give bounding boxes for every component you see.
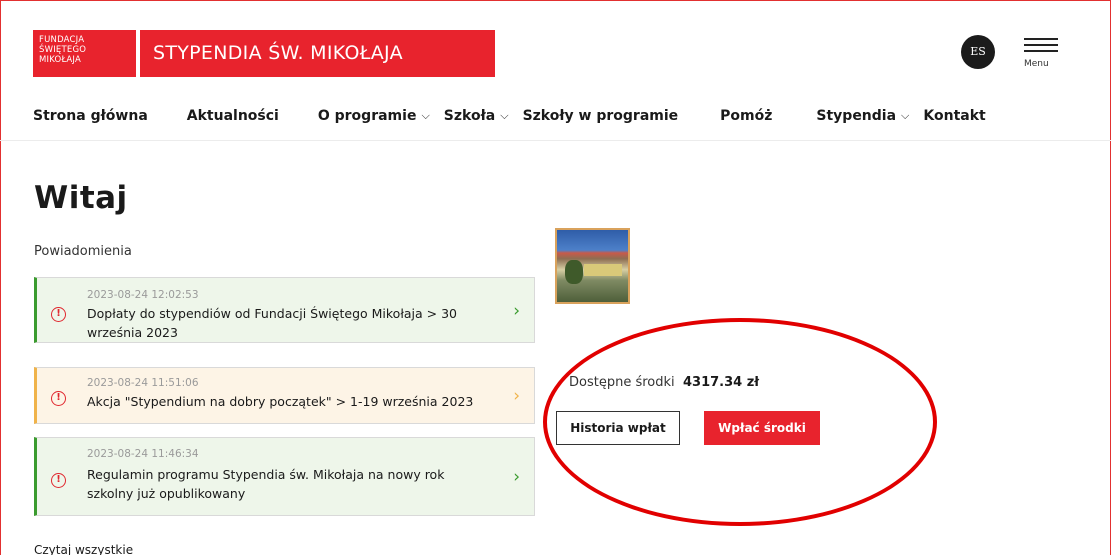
menu-label: Menu (1024, 59, 1049, 69)
photo-building (584, 264, 622, 276)
chevron-down-icon: ⌵ (901, 109, 910, 122)
notification-card[interactable]: ! 2023-08-24 12:02:53 Dopłaty do stypend… (34, 277, 535, 343)
chevron-down-icon: ⌵ (500, 109, 509, 122)
photo-tree (565, 260, 583, 284)
nav-item-scholarships[interactable]: Stypendia ⌵ (816, 108, 909, 124)
chevron-down-icon: ⌵ (421, 109, 430, 122)
notification-text: Regulamin programu Stypendia św. Mikołaj… (87, 467, 445, 501)
page-title: Witaj (34, 180, 128, 216)
notification-date: 2023-08-24 11:51:06 (87, 377, 199, 389)
payment-history-button[interactable]: Historia wpłat (556, 411, 680, 445)
language-switch[interactable]: ES (961, 35, 995, 69)
logo-line-1: FUNDACJA (39, 35, 85, 45)
nav-item-contact[interactable]: Kontakt (923, 108, 985, 124)
logo-line-3: MIKOŁAJA (39, 55, 82, 65)
nav-label: Szkoły w programie (522, 108, 679, 124)
notifications-heading: Powiadomienia (34, 244, 132, 259)
nav-item-school[interactable]: Szkoła ⌵ (444, 108, 509, 124)
school-photo (555, 228, 630, 304)
nav-label: Strona główna (33, 108, 148, 124)
read-all-link[interactable]: Czytaj wszystkie (34, 543, 133, 555)
chevron-right-icon: › (513, 386, 520, 406)
hamburger-icon-bar-3 (1024, 50, 1058, 52)
nav-item-schools-in-program[interactable]: Szkoły w programie (523, 108, 679, 124)
notification-card[interactable]: ! 2023-08-24 11:51:06 Akcja "Stypendium … (34, 367, 535, 424)
notification-date: 2023-08-24 11:46:34 (87, 448, 199, 460)
notification-card[interactable]: ! 2023-08-24 11:46:34 Regulamin programu… (34, 437, 535, 516)
nav-item-home[interactable]: Strona główna (33, 108, 148, 124)
nav-label: Pomóż (720, 108, 773, 124)
nav-divider (0, 140, 1111, 141)
warning-circle-icon: ! (51, 391, 66, 406)
main-nav: Strona główna Aktualności O programie ⌵ … (33, 104, 986, 128)
warning-circle-icon: ! (51, 307, 66, 322)
chevron-right-icon: › (513, 301, 520, 321)
notification-text: Akcja "Stypendium na dobry początek" > 1… (87, 394, 474, 409)
available-funds-value: 4317.34 zł (683, 375, 760, 390)
foundation-logo[interactable]: FUNDACJA ŚWIĘTEGO MIKOŁAJA (33, 30, 136, 77)
nav-label: Szkoła (443, 108, 496, 124)
notification-text: Dopłaty do stypendiów od Fundacji Święte… (87, 306, 457, 340)
hamburger-icon (1024, 38, 1058, 40)
chevron-right-icon: › (513, 467, 520, 487)
nav-item-about[interactable]: O programie ⌵ (318, 108, 430, 124)
deposit-funds-button[interactable]: Wpłać środki (704, 411, 820, 445)
warning-circle-icon: ! (51, 473, 66, 488)
nav-label: Aktualności (186, 108, 279, 124)
available-funds-label: Dostępne środki (569, 375, 675, 390)
logo-line-2: ŚWIĘTEGO (39, 45, 87, 55)
site-title[interactable]: STYPENDIA ŚW. MIKOŁAJA (140, 30, 495, 77)
nav-item-help[interactable]: Pomóż (720, 108, 772, 124)
nav-label: Kontakt (923, 108, 986, 124)
menu-button[interactable]: Menu (1024, 38, 1060, 72)
nav-label: Stypendia (816, 108, 897, 124)
nav-label: O programie (317, 108, 417, 124)
hamburger-icon-bar-2 (1024, 44, 1058, 46)
notification-date: 2023-08-24 12:02:53 (87, 289, 199, 301)
nav-item-news[interactable]: Aktualności (187, 108, 279, 124)
